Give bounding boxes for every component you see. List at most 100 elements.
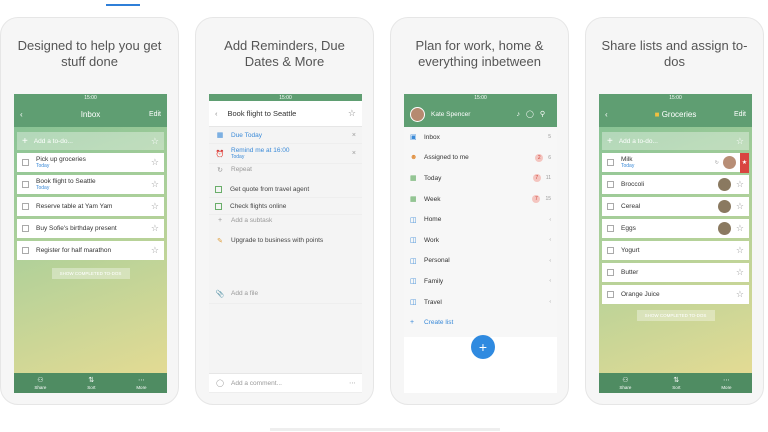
star-icon[interactable]: ☆: [151, 179, 159, 190]
edit-button[interactable]: Edit: [734, 111, 746, 118]
checkbox[interactable]: [22, 225, 29, 232]
add-button[interactable]: +: [471, 335, 495, 359]
detail-screen: 15:00 ‹ Book flight to Seattle ☆ ▦ Due To…: [209, 94, 362, 393]
task-title[interactable]: Book flight to Seattle: [228, 109, 297, 118]
sidebar-item-travel[interactable]: ◫ Travel ‹: [404, 292, 557, 313]
checkbox[interactable]: [22, 247, 29, 254]
checkbox[interactable]: [607, 269, 614, 276]
show-completed-button[interactable]: SHOW COMPLETED TO-DOS: [636, 310, 715, 321]
share-tab[interactable]: ⚇ Share: [619, 377, 631, 390]
sidebar-item-inbox[interactable]: ▣ Inbox 5: [404, 127, 557, 148]
clear-icon[interactable]: ×: [352, 150, 356, 157]
sidebar-item-work[interactable]: ◫ Work ‹: [404, 230, 557, 251]
checkbox[interactable]: [607, 225, 614, 232]
star-icon[interactable]: ☆: [736, 267, 744, 278]
note-row[interactable]: ✎ Upgrade to business with points: [209, 232, 362, 284]
checkbox[interactable]: [607, 291, 614, 298]
sidebar-item-home[interactable]: ◫ Home ‹: [404, 209, 557, 230]
add-todo-input[interactable]: + Add a to-do... ☆: [17, 132, 164, 150]
task-row[interactable]: Milk Today ↻ ★: [602, 152, 749, 173]
task-row[interactable]: Cereal ☆: [602, 197, 749, 216]
folder-icon: ◫: [410, 299, 417, 307]
folder-icon: ◫: [410, 257, 417, 265]
add-subtask-input[interactable]: + Add a subtask: [209, 215, 362, 232]
plus-icon: +: [217, 217, 223, 224]
plus-icon: +: [478, 339, 488, 355]
sidebar-item-family[interactable]: ◫ Family ‹: [404, 271, 557, 292]
share-tab[interactable]: ⚇ Share: [34, 377, 46, 390]
plus-icon: +: [410, 319, 415, 327]
detail-header: ‹ Book flight to Seattle ☆: [209, 101, 362, 127]
avatar[interactable]: [717, 200, 731, 213]
star-icon[interactable]: ☆: [736, 136, 744, 147]
checkbox[interactable]: [215, 185, 222, 193]
star-icon[interactable]: ☆: [736, 289, 744, 300]
task-row[interactable]: Register for half marathon ☆: [17, 241, 164, 260]
list-emoji-icon: ■: [654, 109, 660, 119]
star-icon[interactable]: ☆: [736, 201, 744, 212]
task-row[interactable]: Buy Sofie's birthday present ☆: [17, 219, 164, 238]
sidebar-item-assigned[interactable]: ☻ Assigned to me 2 6: [404, 148, 557, 169]
star-icon[interactable]: ☆: [151, 201, 159, 212]
sidebar-item-week[interactable]: ▦ Week 7 15: [404, 189, 557, 210]
bell-icon[interactable]: ♪: [517, 111, 527, 118]
active-tab-indicator[interactable]: [106, 4, 140, 6]
back-icon[interactable]: ‹: [215, 109, 218, 118]
checkbox[interactable]: [215, 202, 222, 210]
task-row[interactable]: Reserve table at Yam Yam ☆: [17, 197, 164, 216]
scrollbar[interactable]: [270, 428, 500, 431]
checkbox[interactable]: [607, 247, 614, 254]
checkbox[interactable]: [607, 159, 614, 166]
search-icon[interactable]: ⚲: [540, 111, 551, 118]
reminder-row[interactable]: ⏰ Remind me at 16:00 Today ×: [209, 144, 362, 164]
sidebar-item-personal[interactable]: ◫ Personal ‹: [404, 251, 557, 272]
status-bar: 15:00: [14, 94, 167, 101]
star-icon[interactable]: ☆: [736, 223, 744, 234]
comment-input[interactable]: ◯ Add a comment... ⋯: [209, 373, 362, 393]
star-icon[interactable]: ☆: [348, 108, 356, 119]
star-icon[interactable]: ☆: [736, 179, 744, 190]
task-row[interactable]: Pick up groceries Today ☆: [17, 153, 164, 172]
avatar[interactable]: [723, 156, 736, 169]
repeat-row[interactable]: ↻ Repeat: [209, 164, 362, 181]
sort-tab[interactable]: ⇅ Sort: [87, 377, 95, 390]
avatar[interactable]: [410, 106, 425, 122]
sort-tab[interactable]: ⇅ Sort: [672, 377, 680, 390]
subtask-row[interactable]: Get quote from travel agent: [209, 181, 362, 198]
more-tab[interactable]: ⋯ More: [721, 377, 731, 390]
groceries-navbar: ‹ ■ Groceries Edit: [599, 101, 752, 127]
task-row[interactable]: Butter ☆: [602, 263, 749, 282]
folder-icon: ◫: [410, 278, 417, 286]
star-icon[interactable]: ☆: [151, 157, 159, 168]
edit-button[interactable]: Edit: [149, 111, 161, 118]
avatar[interactable]: [717, 178, 731, 191]
checkbox[interactable]: [22, 181, 29, 188]
star-icon[interactable]: ☆: [151, 223, 159, 234]
subtask-row[interactable]: Check flights online: [209, 198, 362, 215]
sidebar-item-today[interactable]: ▦ Today 7 11: [404, 168, 557, 189]
task-row[interactable]: Book flight to Seattle Today ☆: [17, 175, 164, 194]
task-row[interactable]: Eggs ☆: [602, 219, 749, 238]
add-file-row[interactable]: 📎 Add a file: [209, 284, 362, 304]
star-icon[interactable]: ☆: [151, 136, 159, 147]
avatar[interactable]: [717, 222, 731, 235]
star-icon[interactable]: ☆: [151, 245, 159, 256]
due-date-row[interactable]: ▦ Due Today ×: [209, 127, 362, 144]
clear-icon[interactable]: ×: [352, 132, 356, 139]
checkbox[interactable]: [22, 203, 29, 210]
task-row[interactable]: Orange Juice ☆: [602, 285, 749, 304]
person-icon: ☻: [410, 154, 418, 162]
create-list-button[interactable]: + Create list: [404, 312, 557, 333]
checkbox[interactable]: [22, 159, 29, 166]
chat-icon[interactable]: ◯: [526, 111, 540, 118]
checkbox[interactable]: [607, 181, 614, 188]
checkbox[interactable]: [607, 203, 614, 210]
show-completed-button[interactable]: SHOW COMPLETED TO-DOS: [51, 268, 130, 279]
starred-flag-icon[interactable]: ★: [740, 152, 749, 173]
more-tab[interactable]: ⋯ More: [136, 377, 146, 390]
star-icon[interactable]: ☆: [736, 245, 744, 256]
task-row[interactable]: Yogurt ☆: [602, 241, 749, 260]
groceries-screen: 15:00 ‹ ■ Groceries Edit + Add a to-do..…: [599, 94, 752, 393]
add-todo-input[interactable]: + Add a to-do... ☆: [602, 132, 749, 150]
task-row[interactable]: Broccoli ☆: [602, 175, 749, 194]
